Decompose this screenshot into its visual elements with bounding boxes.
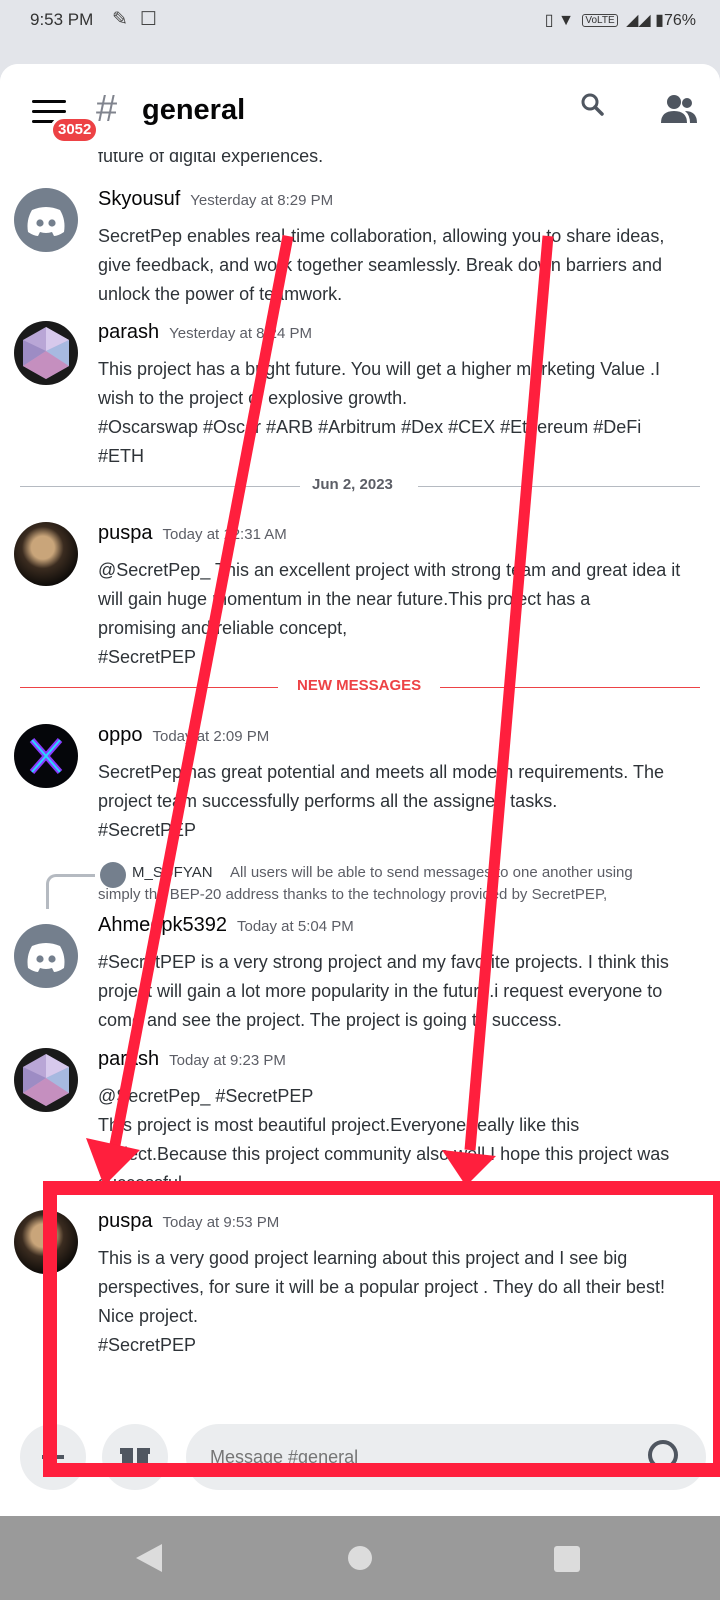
new-messages-divider: NEW MESSAGES <box>20 677 700 697</box>
discord-logo-icon <box>27 207 65 236</box>
chat-screen: 3052 # general future of digital experie… <box>0 64 720 1516</box>
channel-title: general <box>142 94 246 126</box>
message-body: @SecretPep_ #SecretPEP This project is m… <box>98 1082 706 1198</box>
notification-icons: ✎☐ <box>112 9 169 30</box>
message-composer <box>0 1404 720 1516</box>
reply-connector <box>46 874 95 909</box>
reply-text: All users will be able to send messages … <box>230 864 633 881</box>
back-icon[interactable] <box>136 1544 162 1572</box>
reply-author: M_SUFYAN <box>132 864 213 881</box>
plus-icon[interactable] <box>20 1424 86 1490</box>
battery-level: 76% <box>663 12 696 29</box>
search-icon[interactable] <box>580 92 604 116</box>
icosahedron-avatar-icon <box>23 1054 69 1106</box>
message-line: This project is most beautiful project.E… <box>98 1115 580 1135</box>
message-line: #ETH <box>98 446 145 466</box>
avatar[interactable] <box>14 188 78 252</box>
message-line: wish to the project of explosive growth. <box>98 388 408 408</box>
avatar[interactable] <box>14 522 78 586</box>
message-line: give feedback, and work together seamles… <box>98 255 662 275</box>
icosahedron-avatar-icon <box>23 327 69 379</box>
message-author[interactable]: puspa <box>98 522 153 544</box>
message-body: This project has a bright future. You wi… <box>98 355 706 471</box>
unread-badge: 3052 <box>50 116 100 144</box>
message-line: #Oscarswap #Oscar #ARB #Arbitrum #Dex #C… <box>98 417 642 437</box>
message-timestamp: Yesterday at 8:29 PM <box>190 192 334 209</box>
home-icon[interactable] <box>348 1546 372 1570</box>
message-line: #SecretPEP <box>98 647 197 667</box>
message-timestamp: Today at 2:09 PM <box>152 728 270 745</box>
message-line: @SecretPep_ This an excellent project wi… <box>98 560 681 580</box>
message-timestamp: Today at 5:04 PM <box>236 918 354 935</box>
date-divider-label: Jun 2, 2023 <box>312 476 393 493</box>
message-line: This is a very good project learning abo… <box>98 1248 628 1268</box>
status-indicators: ▯ ▼ VoLTE ◢◢ ▮76% <box>545 10 696 30</box>
date-divider: Jun 2, 2023 <box>20 476 700 496</box>
message-body: This is a very good project learning abo… <box>98 1244 706 1360</box>
discord-logo-icon <box>27 943 65 972</box>
message-author[interactable]: parash <box>98 1048 159 1070</box>
message-timestamp: Today at 12:31 AM <box>162 526 287 543</box>
message-body: #SecretPEP is a very strong project and … <box>98 948 706 1035</box>
message-author[interactable]: parash <box>98 321 159 343</box>
emoji-icon[interactable] <box>648 1440 678 1470</box>
message-line: perspectives, for sure it will be a popu… <box>98 1277 665 1297</box>
status-time: 9:53 PM <box>30 10 94 29</box>
status-bar: 9:53 PM ✎☐ ▯ ▼ VoLTE ◢◢ ▮76% <box>0 0 720 42</box>
message-line: project.Because this project community a… <box>98 1144 670 1164</box>
reply-avatar <box>100 862 126 888</box>
message-line: unlock the power of teamwork. <box>98 284 343 304</box>
avatar[interactable] <box>14 724 78 788</box>
avatar[interactable] <box>14 924 78 988</box>
message-line: will gain huge momentum in the near futu… <box>98 589 591 609</box>
message-author[interactable]: Skyousuf <box>98 188 180 210</box>
message-timestamp: Today at 9:53 PM <box>162 1214 280 1231</box>
message-body: @SecretPep_ This an excellent project wi… <box>98 556 706 672</box>
message-line: #SecretPEP <box>98 1335 197 1355</box>
message-body: SecretPep has great potential and meets … <box>98 758 706 845</box>
volte-badge: VoLTE <box>582 14 618 27</box>
message-timestamp: Yesterday at 8:24 PM <box>169 325 313 342</box>
message-line: successful. <box>98 1173 188 1193</box>
avatar[interactable] <box>14 1210 78 1274</box>
message-body: SecretPep enables real-time collaboratio… <box>98 222 706 309</box>
message-input[interactable] <box>186 1424 706 1490</box>
wifi-icon: ▼ <box>558 12 574 29</box>
message-line: project will gain a lot more popularity … <box>98 981 663 1001</box>
avatar[interactable] <box>14 1048 78 1112</box>
recent-apps-icon[interactable] <box>554 1546 580 1572</box>
system-navigation-bar <box>0 1516 720 1600</box>
message-author[interactable]: Ahmedpk5392 <box>98 914 227 936</box>
hash-icon: # <box>96 88 118 130</box>
message-author[interactable]: puspa <box>98 1210 153 1232</box>
signal-icon: ◢◢ <box>626 12 651 29</box>
message-line: Nice project. <box>98 1306 199 1326</box>
message-line: project team successfully performs all t… <box>98 791 558 811</box>
message-line: #SecretPEP <box>98 820 197 840</box>
message-line: This project has a bright future. You wi… <box>98 359 660 379</box>
reply-text-continued: simply the BEP-20 address thanks to the … <box>98 886 608 903</box>
x-logo-avatar-icon <box>29 738 63 774</box>
avatar[interactable] <box>14 321 78 385</box>
message-line: @SecretPep_ #SecretPEP <box>98 1086 314 1106</box>
channel-header: 3052 # general <box>0 64 720 152</box>
members-icon[interactable] <box>660 94 698 124</box>
battery-icon: ▮ <box>655 12 664 29</box>
gift-icon[interactable] <box>102 1424 168 1490</box>
message-line: promising and reliable concept, <box>98 618 348 638</box>
message-timestamp: Today at 9:23 PM <box>169 1052 286 1069</box>
message-line: come and see the project. The project is… <box>98 1010 562 1030</box>
message-author[interactable]: oppo <box>98 724 143 746</box>
message-line: #SecretPEP is a very strong project and … <box>98 952 669 972</box>
message-line: SecretPep has great potential and meets … <box>98 762 664 782</box>
message-line: SecretPep enables real-time collaboratio… <box>98 226 665 246</box>
new-messages-label: NEW MESSAGES <box>297 677 422 694</box>
vibrate-icon: ▯ <box>544 12 554 29</box>
